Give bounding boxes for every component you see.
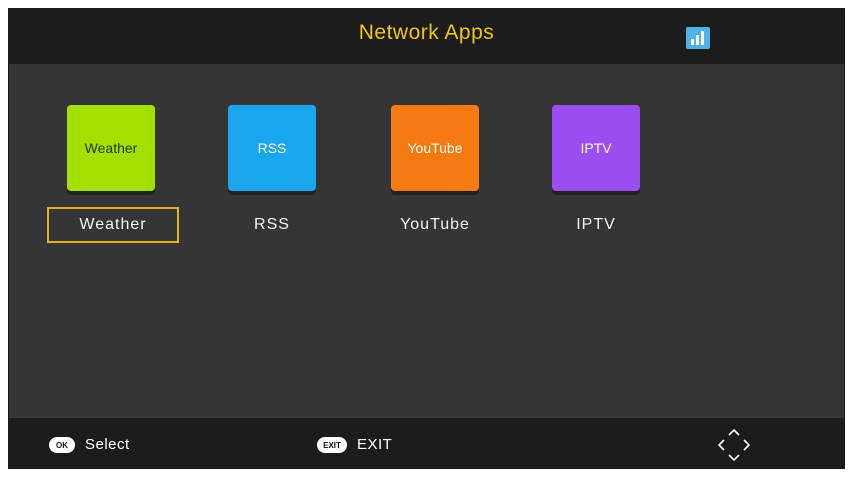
app-tile-text: IPTV <box>580 140 612 156</box>
tv-screen: Network Apps Weather RSS YouTube IPTV We… <box>8 8 845 469</box>
app-label-weather[interactable]: Weather <box>47 207 179 243</box>
app-tile-rss[interactable]: RSS <box>228 105 316 191</box>
exit-key-icon: EXIT <box>317 437 347 453</box>
select-hint: Select <box>85 436 130 453</box>
app-label-iptv[interactable]: IPTV <box>530 207 662 243</box>
app-tile-text: YouTube <box>407 140 463 156</box>
header-bar: Network Apps <box>9 9 844 64</box>
app-label-youtube[interactable]: YouTube <box>369 207 501 243</box>
app-tile-text: Weather <box>84 140 138 156</box>
app-tile-iptv[interactable]: IPTV <box>552 105 640 191</box>
app-tile-youtube[interactable]: YouTube <box>391 105 479 191</box>
page-title: Network Apps <box>358 21 495 44</box>
ok-key-icon: OK <box>49 437 75 453</box>
app-tile-text: RSS <box>257 140 287 156</box>
navigation-arrows-icon <box>717 428 751 462</box>
app-tile-weather[interactable]: Weather <box>67 105 155 191</box>
footer-bar: OK Select EXIT EXIT <box>9 418 844 468</box>
app-label-rss[interactable]: RSS <box>206 207 338 243</box>
exit-hint: EXIT <box>357 436 393 453</box>
signal-icon <box>686 27 710 49</box>
